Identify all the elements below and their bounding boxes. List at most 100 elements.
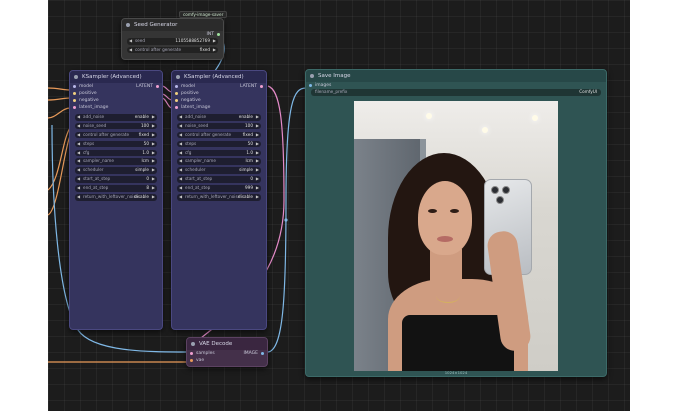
input-row-model: model LATENT xyxy=(172,83,266,90)
ksampler-advanced-node-right[interactable]: KSampler (Advanced) model LATENT positive n… xyxy=(171,70,267,330)
page-margin-right xyxy=(630,0,680,411)
increment-icon[interactable]: ▶ xyxy=(152,141,155,148)
node-collapse-dot[interactable] xyxy=(126,23,130,27)
sampler-name-widget[interactable]: ◀ sampler_name lcm ▶ xyxy=(177,158,261,165)
filename-prefix-widget[interactable]: filename_prefix ComfyUI xyxy=(311,89,601,96)
decrement-icon[interactable]: ◀ xyxy=(179,123,182,130)
increment-icon[interactable]: ▶ xyxy=(256,114,259,121)
noise-seed-widget[interactable]: ◀ noise_seed 100 ▶ xyxy=(75,122,157,130)
cfg-widget[interactable]: ◀ cfg 1.0 ▶ xyxy=(177,149,261,157)
decrement-icon[interactable]: ◀ xyxy=(77,150,80,157)
decrement-icon[interactable]: ◀ xyxy=(179,150,182,157)
increment-icon[interactable]: ▶ xyxy=(256,176,259,183)
end-at-step-widget[interactable]: ◀ end_at_step 8 ▶ xyxy=(75,185,157,192)
positive-input-port[interactable] xyxy=(175,92,178,95)
scheduler-widget[interactable]: ◀ scheduler simple ▶ xyxy=(75,167,157,174)
increment-icon[interactable]: ▶ xyxy=(213,47,216,54)
control-after-generate-widget[interactable]: ◀ control after generate fixed ▶ xyxy=(127,46,218,54)
steps-widget[interactable]: ◀ steps 50 ▶ xyxy=(75,140,157,148)
vae-input-port[interactable] xyxy=(190,359,193,362)
decrement-icon[interactable]: ◀ xyxy=(77,158,80,165)
decrement-icon[interactable]: ◀ xyxy=(179,176,182,183)
start-at-step-widget[interactable]: ◀ start_at_step 0 ▶ xyxy=(75,176,157,183)
negative-input-port[interactable] xyxy=(175,99,178,102)
seed-widget[interactable]: ◀ seed 1105588852769 ▶ xyxy=(127,38,218,45)
generated-image-preview[interactable] xyxy=(354,101,558,371)
cfg-widget[interactable]: ◀ cfg 1.0 ▶ xyxy=(75,149,157,157)
decrement-icon[interactable]: ◀ xyxy=(179,158,182,165)
add-noise-widget[interactable]: ◀ add_noise enable ▶ xyxy=(75,114,157,121)
node-canvas[interactable]: comfy-image-saver Seed Generator INT ◀ s… xyxy=(48,0,630,411)
decrement-icon[interactable]: ◀ xyxy=(77,114,80,121)
return-with-leftover-noise-widget[interactable]: ◀ return_with_leftover_noise disable ▶ xyxy=(75,194,157,201)
end-at-step-widget[interactable]: ◀ end_at_step 999 ▶ xyxy=(177,185,261,192)
decrement-icon[interactable]: ◀ xyxy=(129,38,132,45)
sampler-name-widget[interactable]: ◀ sampler_name lcm ▶ xyxy=(75,158,157,165)
samples-input-port[interactable] xyxy=(190,352,193,355)
scheduler-widget[interactable]: ◀ scheduler simple ▶ xyxy=(177,167,261,174)
decrement-icon[interactable]: ◀ xyxy=(77,194,80,201)
increment-icon[interactable]: ▶ xyxy=(256,158,259,165)
increment-icon[interactable]: ▶ xyxy=(256,132,259,139)
increment-icon[interactable]: ▶ xyxy=(152,185,155,192)
latent-image-input-port[interactable] xyxy=(73,106,76,109)
seed-int-output-port[interactable] xyxy=(217,33,220,36)
increment-icon[interactable]: ▶ xyxy=(152,158,155,165)
increment-icon[interactable]: ▶ xyxy=(256,150,259,157)
positive-input-port[interactable] xyxy=(73,92,76,95)
decrement-icon[interactable]: ◀ xyxy=(77,132,80,139)
vae-decode-title[interactable]: VAE Decode xyxy=(187,338,267,350)
node-collapse-dot[interactable] xyxy=(74,75,78,79)
decrement-icon[interactable]: ◀ xyxy=(129,47,132,54)
increment-icon[interactable]: ▶ xyxy=(256,167,259,174)
latent-image-input-port[interactable] xyxy=(175,106,178,109)
negative-input-port[interactable] xyxy=(73,99,76,102)
node-collapse-dot[interactable] xyxy=(310,74,314,78)
increment-icon[interactable]: ▶ xyxy=(256,141,259,148)
increment-icon[interactable]: ▶ xyxy=(152,176,155,183)
node-collapse-dot[interactable] xyxy=(176,75,180,79)
increment-icon[interactable]: ▶ xyxy=(152,167,155,174)
increment-icon[interactable]: ▶ xyxy=(152,123,155,130)
decrement-icon[interactable]: ◀ xyxy=(77,141,80,148)
node-collapse-dot[interactable] xyxy=(191,342,195,346)
increment-icon[interactable]: ▶ xyxy=(152,132,155,139)
ksampler-left-title[interactable]: KSampler (Advanced) xyxy=(70,71,162,83)
increment-icon[interactable]: ▶ xyxy=(256,123,259,130)
model-input-port[interactable] xyxy=(175,85,178,88)
model-input-port[interactable] xyxy=(73,85,76,88)
seed-generator-title[interactable]: Seed Generator xyxy=(122,19,223,31)
decrement-icon[interactable]: ◀ xyxy=(179,194,182,201)
decrement-icon[interactable]: ◀ xyxy=(179,185,182,192)
latent-output-port[interactable] xyxy=(156,85,159,88)
start-at-step-widget[interactable]: ◀ start_at_step 0 ▶ xyxy=(177,176,261,183)
noise-seed-widget[interactable]: ◀ noise_seed 100 ▶ xyxy=(177,122,261,130)
decrement-icon[interactable]: ◀ xyxy=(77,185,80,192)
image-output-port[interactable] xyxy=(261,352,264,355)
save-image-title[interactable]: Save Image xyxy=(306,70,606,82)
add-noise-widget[interactable]: ◀ add_noise enable ▶ xyxy=(177,114,261,121)
decrement-icon[interactable]: ◀ xyxy=(77,167,80,174)
return-with-leftover-noise-widget[interactable]: ◀ return_with_leftover_noise disable ▶ xyxy=(177,194,261,201)
increment-icon[interactable]: ▶ xyxy=(213,38,216,45)
seed-generator-node[interactable]: Seed Generator INT ◀ seed 1105588852769 … xyxy=(121,18,224,60)
vae-decode-node[interactable]: VAE Decode samples IMAGE vae xyxy=(186,337,268,367)
ksampler-right-title[interactable]: KSampler (Advanced) xyxy=(172,71,266,83)
increment-icon[interactable]: ▶ xyxy=(152,194,155,201)
increment-icon[interactable]: ▶ xyxy=(256,194,259,201)
decrement-icon[interactable]: ◀ xyxy=(179,167,182,174)
decrement-icon[interactable]: ◀ xyxy=(179,132,182,139)
decrement-icon[interactable]: ◀ xyxy=(77,176,80,183)
decrement-icon[interactable]: ◀ xyxy=(179,141,182,148)
control-after-generate-widget[interactable]: ◀ control after generate fixed ▶ xyxy=(75,131,157,139)
increment-icon[interactable]: ▶ xyxy=(152,150,155,157)
control-after-generate-widget[interactable]: ◀ control after generate fixed ▶ xyxy=(177,131,261,139)
latent-output-port[interactable] xyxy=(260,85,263,88)
images-input-port[interactable] xyxy=(309,84,312,87)
increment-icon[interactable]: ▶ xyxy=(152,114,155,121)
decrement-icon[interactable]: ◀ xyxy=(77,123,80,130)
steps-widget[interactable]: ◀ steps 50 ▶ xyxy=(177,140,261,148)
decrement-icon[interactable]: ◀ xyxy=(179,114,182,121)
increment-icon[interactable]: ▶ xyxy=(256,185,259,192)
ksampler-advanced-node-left[interactable]: KSampler (Advanced) model LATENT positive n… xyxy=(69,70,163,330)
